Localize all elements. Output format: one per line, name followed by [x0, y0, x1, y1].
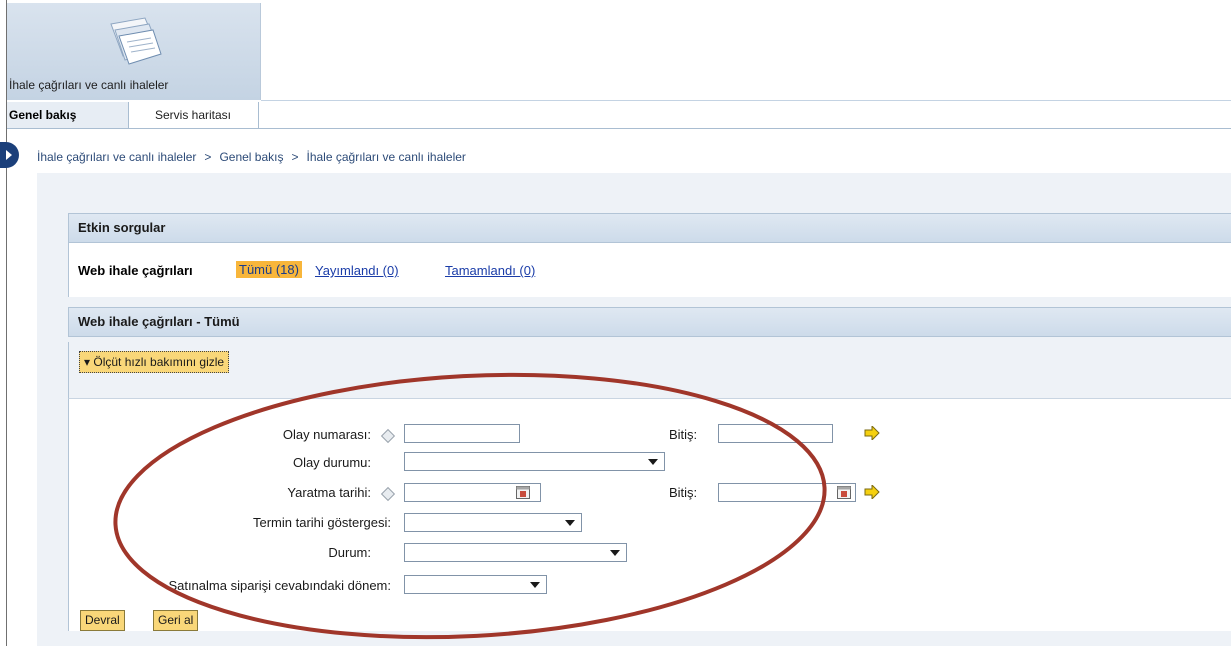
event-number-input[interactable]: [404, 424, 520, 443]
breadcrumb-item[interactable]: İhale çağrıları ve canlı ihaleler: [37, 150, 196, 164]
po-response-period-label: Satınalma siparişi cevabındaki dönem:: [168, 578, 391, 593]
active-queries-row: Web ihale çağrıları Tümü (18) Yayımlandı…: [68, 243, 1231, 297]
search-form: [68, 398, 1231, 631]
event-number-to-input[interactable]: [718, 424, 833, 443]
status-select[interactable]: [404, 543, 627, 562]
creation-date-to-input[interactable]: [718, 483, 856, 502]
chevron-down-icon: [610, 550, 620, 556]
document-stack-icon: [105, 16, 165, 69]
yellow-arrow-icon[interactable]: [864, 483, 880, 501]
event-status-select[interactable]: [404, 452, 665, 471]
chevron-down-icon: [648, 459, 658, 465]
criteria-toggle-area: ▾ Ölçüt hızlı bakımını gizle: [68, 342, 1231, 398]
calendar-icon[interactable]: [516, 485, 530, 499]
results-panel-header: Web ihale çağrıları - Tümü: [68, 307, 1231, 337]
breadcrumb: İhale çağrıları ve canlı ihaleler > Genel …: [37, 150, 466, 164]
app-tile[interactable]: İhale çağrıları ve canlı ihaleler: [7, 3, 261, 100]
tab-overview[interactable]: Genel bakış: [7, 102, 129, 128]
status-label: Durum:: [328, 545, 371, 560]
event-number-to-label: Bitiş:: [669, 427, 698, 442]
po-response-period-select[interactable]: [404, 575, 547, 594]
query-all-selected[interactable]: Tümü (18): [236, 261, 302, 278]
tab-service-map[interactable]: Servis haritası: [128, 102, 259, 128]
active-queries-header: Etkin sorgular: [68, 213, 1231, 243]
breadcrumb-separator: >: [291, 150, 299, 164]
calendar-icon[interactable]: [837, 485, 851, 499]
event-status-label: Olay durumu:: [292, 455, 371, 470]
breadcrumb-item[interactable]: Genel bakış: [219, 150, 283, 164]
creation-date-label: Yaratma tarihi:: [287, 485, 371, 500]
header-bar: [261, 3, 1231, 101]
breadcrumb-item: İhale çağrıları ve canlı ihaleler: [306, 150, 466, 164]
query-link-published[interactable]: Yayımlandı (0): [315, 263, 399, 278]
reset-button[interactable]: Geri al: [153, 610, 199, 631]
deadline-indicator-select[interactable]: [404, 513, 582, 532]
deadline-indicator-label: Termin tarihi göstergesi:: [253, 515, 391, 530]
chevron-down-icon: ▾: [84, 355, 91, 369]
app-tile-title: İhale çağrıları ve canlı ihaleler: [9, 78, 169, 92]
hide-criteria-button[interactable]: ▾ Ölçüt hızlı bakımını gizle: [79, 351, 230, 373]
tab-bar: Genel bakış Servis haritası: [7, 102, 1231, 129]
chevron-down-icon: [530, 582, 540, 588]
event-number-label: Olay numarası:: [282, 427, 371, 442]
nav-arrow-icon[interactable]: [0, 142, 20, 168]
chevron-down-icon: [565, 520, 575, 526]
creation-date-to-label: Bitiş:: [669, 485, 698, 500]
breadcrumb-separator: >: [204, 150, 212, 164]
query-label: Web ihale çağrıları: [78, 263, 193, 278]
query-link-completed[interactable]: Tamamlandı (0): [445, 263, 535, 278]
yellow-arrow-icon[interactable]: [864, 424, 880, 442]
hide-criteria-label: Ölçüt hızlı bakımını gizle: [93, 355, 225, 369]
apply-button[interactable]: Devral: [80, 610, 125, 631]
